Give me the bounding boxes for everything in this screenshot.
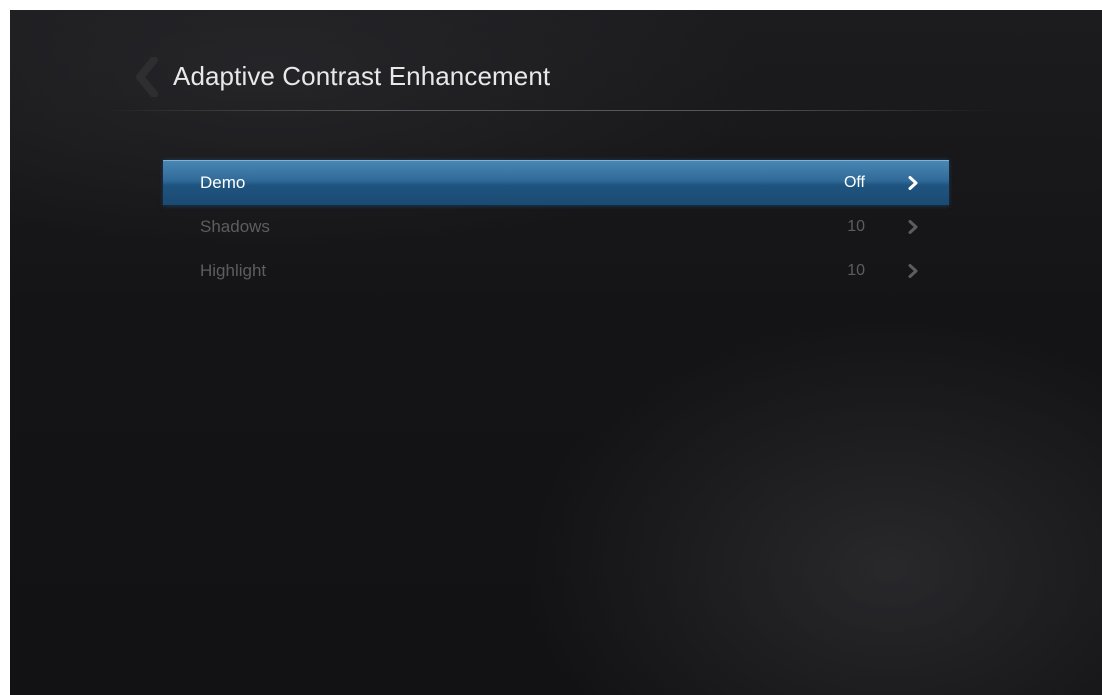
chevron-right-icon	[908, 264, 918, 278]
chevron-right-icon	[908, 176, 918, 190]
menu-item-value: Off	[843, 174, 865, 191]
menu-item-value: 10	[847, 262, 865, 279]
header: Adaptive Contrast Enhancement	[10, 10, 1102, 112]
menu-item-label: Demo	[200, 173, 246, 192]
menu-item-label: Shadows	[200, 217, 270, 236]
chevron-left-icon[interactable]	[134, 57, 158, 97]
menu-item-shadows[interactable]: Shadows 10	[163, 204, 949, 250]
tv-settings-screen: Adaptive Contrast Enhancement Demo Off S…	[10, 10, 1102, 695]
menu-item-label: Highlight	[200, 261, 267, 280]
menu-item-demo[interactable]: Demo Off	[163, 160, 949, 206]
header-divider	[100, 110, 1000, 111]
chevron-right-icon	[908, 220, 918, 234]
menu-item-value: 10	[847, 218, 865, 235]
menu-item-highlight[interactable]: Highlight 10	[163, 248, 949, 294]
settings-menu: Demo Off Shadows 10 Highlight 10	[163, 160, 949, 292]
page-title: Adaptive Contrast Enhancement	[173, 61, 551, 91]
